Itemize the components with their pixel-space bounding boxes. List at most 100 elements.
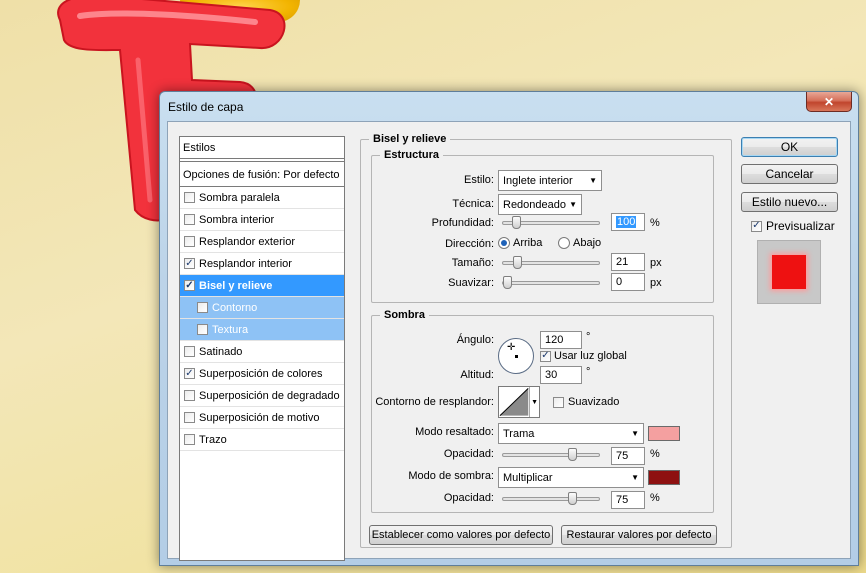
cancel-button[interactable]: Cancelar (741, 164, 838, 184)
angle-unit: ° (586, 331, 591, 343)
style-checkbox[interactable] (184, 192, 195, 203)
technique-select[interactable]: Redondeado ▼ (498, 194, 582, 215)
direction-up-option[interactable]: Arriba (498, 237, 542, 249)
dialog-title: Estilo de capa (168, 100, 244, 114)
styles-list-panel: Estilos Opciones de fusión: Por defecto … (179, 136, 345, 561)
close-button[interactable]: ✕ (806, 92, 852, 112)
style-label: Estilo: (464, 174, 494, 186)
size-input[interactable]: 21 (611, 253, 645, 271)
bevel-emboss-title: Bisel y relieve (369, 133, 451, 145)
style-checkbox[interactable] (184, 412, 195, 423)
highlight-mode-select[interactable]: Trama ▼ (498, 423, 644, 444)
shadow-color-swatch[interactable] (648, 470, 680, 485)
style-checkbox[interactable] (184, 434, 195, 445)
soften-slider[interactable] (502, 276, 600, 289)
close-icon: ✕ (823, 94, 835, 109)
style-checkbox[interactable] (197, 324, 208, 335)
highlight-opacity-slider[interactable] (502, 448, 600, 461)
shadow-mode-label: Modo de sombra: (408, 470, 494, 482)
make-default-button[interactable]: Establecer como valores por defecto (369, 525, 553, 545)
chevron-down-icon: ▼ (569, 200, 577, 209)
style-checkbox[interactable] (197, 302, 208, 313)
shadow-opacity-value: 75 (616, 494, 629, 506)
style-list-item[interactable]: ✓ Bisel y relieve (180, 275, 344, 297)
style-checkbox[interactable]: ✓ (184, 368, 195, 379)
antialiased-option[interactable]: Suavizado (553, 396, 619, 408)
antialiased-label: Suavizado (568, 396, 620, 408)
depth-label: Profundidad: (431, 217, 494, 229)
depth-slider[interactable] (502, 216, 600, 229)
preview-option[interactable]: ✓ Previsualizar (751, 219, 835, 233)
preview-checkbox[interactable]: ✓ (751, 220, 762, 232)
chevron-down-icon: ▼ (589, 176, 597, 185)
shadow-mode-value: Multiplicar (503, 471, 553, 484)
style-checkbox[interactable] (184, 390, 195, 401)
highlight-opacity-unit: % (650, 448, 660, 460)
layer-style-dialog: Estilo de capa ✕ Estilos Opciones de fus… (159, 91, 859, 566)
shadow-opacity-slider[interactable] (502, 492, 600, 505)
style-checkbox[interactable] (184, 346, 195, 357)
blending-options-item[interactable]: Opciones de fusión: Por defecto (180, 161, 344, 187)
crosshair-icon: ✛ (507, 342, 516, 353)
style-list-item[interactable]: Sombra paralela (180, 187, 344, 209)
style-list-item[interactable]: ✓ Resplandor interior (180, 253, 344, 275)
size-slider[interactable] (502, 256, 600, 269)
shadow-opacity-label: Opacidad: (443, 492, 494, 504)
shadow-opacity-thumb[interactable] (568, 492, 578, 505)
style-checkbox[interactable]: ✓ (184, 280, 195, 291)
style-item-label: Contorno (212, 301, 258, 314)
preview-label: Previsualizar (766, 219, 835, 233)
style-list-item[interactable]: Satinado (180, 341, 344, 363)
cancel-label: Cancelar (765, 167, 814, 181)
global-light-checkbox[interactable]: ✓ (540, 350, 551, 362)
highlight-opacity-input[interactable]: 75 (611, 447, 645, 465)
style-item-label: Satinado (199, 345, 243, 358)
depth-input[interactable]: 100 (611, 213, 645, 231)
style-item-label: Resplandor exterior (199, 235, 295, 248)
direction-label: Dirección: (445, 238, 494, 250)
bevel-style-select[interactable]: Inglete interior ▼ (498, 170, 602, 191)
style-list-item[interactable]: Resplandor exterior (180, 231, 344, 253)
depth-unit: % (650, 217, 660, 229)
style-checkbox[interactable] (184, 236, 195, 247)
highlight-mode-label: Modo resaltado: (415, 426, 494, 438)
shadow-opacity-unit: % (650, 492, 660, 504)
gloss-contour-picker[interactable]: ▼ (498, 386, 540, 418)
depth-slider-thumb[interactable] (511, 216, 521, 229)
style-list-item[interactable]: Superposición de motivo (180, 407, 344, 429)
dialog-body: Estilos Opciones de fusión: Por defecto … (167, 121, 851, 561)
style-item-label: Resplandor interior (199, 257, 292, 270)
chevron-down-icon: ▼ (631, 429, 639, 438)
styles-list-header[interactable]: Estilos (180, 137, 344, 159)
shadow-opacity-input[interactable]: 75 (611, 491, 645, 509)
style-list-item[interactable]: Textura (180, 319, 344, 341)
style-list-item[interactable]: Contorno (180, 297, 344, 319)
direction-down-option[interactable]: Abajo (558, 237, 601, 249)
style-list-item[interactable]: Sombra interior (180, 209, 344, 231)
style-list-item[interactable]: ✓ Superposición de colores (180, 363, 344, 385)
style-checkbox[interactable] (184, 214, 195, 225)
new-style-button[interactable]: Estilo nuevo... (741, 192, 838, 212)
style-list-item[interactable]: Superposición de degradado (180, 385, 344, 407)
highlight-color-swatch[interactable] (648, 426, 680, 441)
highlight-opacity-thumb[interactable] (568, 448, 578, 461)
angle-input[interactable]: 120 (540, 331, 582, 349)
soften-unit: px (650, 277, 662, 289)
ok-button[interactable]: OK (741, 137, 838, 157)
antialiased-checkbox[interactable] (553, 396, 564, 408)
highlight-opacity-value: 75 (616, 450, 629, 462)
soften-slider-thumb[interactable] (503, 276, 512, 289)
direction-up-radio[interactable] (498, 237, 510, 249)
size-slider-thumb[interactable] (513, 256, 523, 269)
global-light-option[interactable]: ✓ Usar luz global (540, 350, 627, 362)
shadow-mode-select[interactable]: Multiplicar ▼ (498, 467, 644, 488)
angle-dial[interactable]: ✛ (498, 338, 534, 374)
style-checkbox[interactable]: ✓ (184, 258, 195, 269)
soften-input[interactable]: 0 (611, 273, 645, 291)
style-list-item[interactable]: Trazo (180, 429, 344, 451)
reset-default-button[interactable]: Restaurar valores por defecto (561, 525, 717, 545)
size-value: 21 (616, 256, 629, 268)
altitude-input[interactable]: 30 (540, 366, 582, 384)
bevel-emboss-group: Bisel y relieve Estructura Estilo: Ingle… (360, 133, 732, 548)
direction-down-radio[interactable] (558, 237, 570, 249)
